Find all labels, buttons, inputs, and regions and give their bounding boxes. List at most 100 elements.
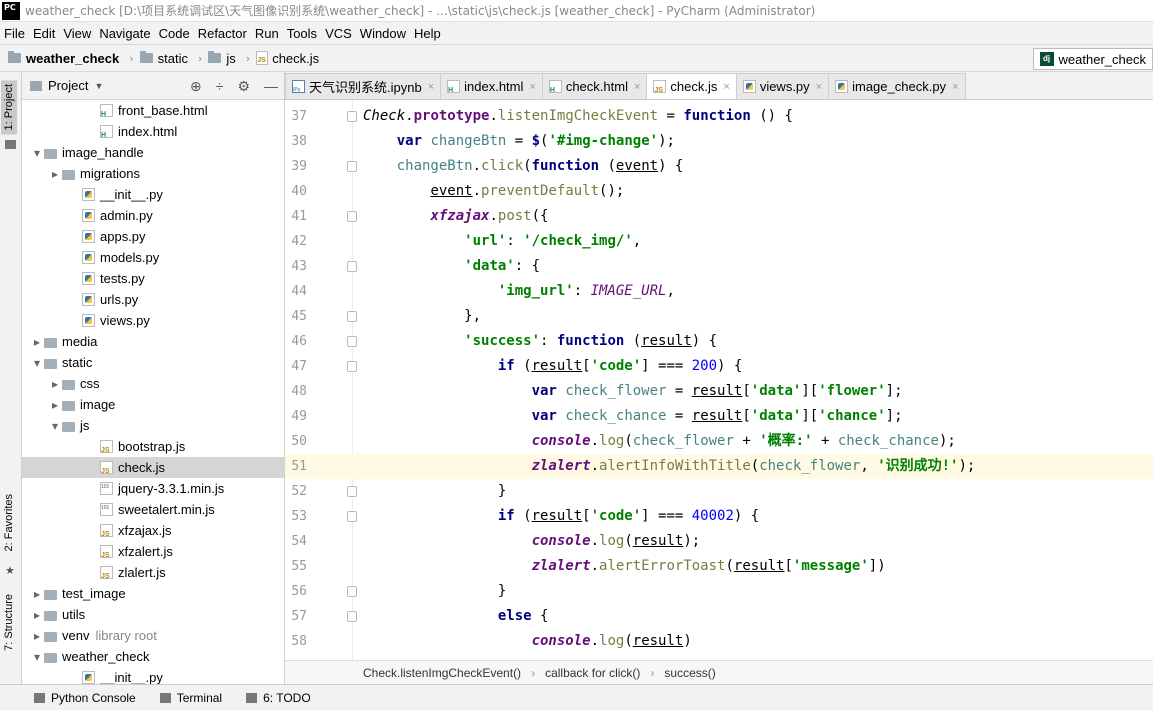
- chevron-down-icon[interactable]: ▾: [30, 650, 44, 664]
- editor-tab[interactable]: check.html ×: [541, 73, 648, 99]
- code-line[interactable]: 48 var check_flower = result['data']['fl…: [285, 379, 1153, 404]
- code-editor[interactable]: 37 Check.prototype.listenImgCheckEvent = …: [285, 100, 1153, 660]
- chevron-down-icon[interactable]: ▾: [30, 356, 44, 370]
- menu-run[interactable]: Run: [251, 26, 283, 41]
- code-line[interactable]: 47 if (result['code'] === 200) {: [285, 354, 1153, 379]
- close-icon[interactable]: ×: [952, 81, 958, 93]
- hide-panel-icon[interactable]: —: [264, 78, 278, 95]
- code-line[interactable]: 56 }: [285, 579, 1153, 604]
- menu-help[interactable]: Help: [410, 26, 445, 41]
- tree-item[interactable]: urls.py: [22, 289, 284, 310]
- menu-tools[interactable]: Tools: [283, 26, 321, 41]
- close-icon[interactable]: ×: [816, 81, 822, 93]
- chevron-down-icon[interactable]: ▼: [94, 81, 103, 91]
- breadcrumb-file[interactable]: check.js: [256, 51, 319, 66]
- breadcrumb-js[interactable]: js: [208, 51, 236, 66]
- close-icon[interactable]: ×: [634, 81, 640, 93]
- tree-item[interactable]: views.py: [22, 310, 284, 331]
- tree-item[interactable]: front_base.html: [22, 100, 284, 121]
- code-line[interactable]: 42 'url': '/check_img/',: [285, 229, 1153, 254]
- tree-item[interactable]: sweetalert.min.js: [22, 499, 284, 520]
- code-line[interactable]: 45 },: [285, 304, 1153, 329]
- chevron-down-icon[interactable]: ▾: [48, 419, 62, 433]
- tool-tab-favorites[interactable]: 2: Favorites: [3, 494, 15, 551]
- code-line[interactable]: 41 xfzajax.post({: [285, 204, 1153, 229]
- tree-item[interactable]: tests.py: [22, 268, 284, 289]
- code-line[interactable]: 54 console.log(result);: [285, 529, 1153, 554]
- locate-target-icon[interactable]: ⊕: [190, 78, 202, 95]
- editor-crumb-function[interactable]: Check.listenImgCheckEvent(): [363, 666, 521, 680]
- tree-item[interactable]: xfzajax.js: [22, 520, 284, 541]
- fold-marker-icon[interactable]: [347, 586, 357, 597]
- code-line[interactable]: 50 console.log(check_flower + '概率:' + ch…: [285, 429, 1153, 454]
- breadcrumb-project[interactable]: weather_check: [8, 51, 119, 66]
- chevron-right-icon[interactable]: ▸: [30, 335, 44, 349]
- tree-item[interactable]: xfzalert.js: [22, 541, 284, 562]
- code-line[interactable]: 37 Check.prototype.listenImgCheckEvent = …: [285, 104, 1153, 129]
- tool-tab-structure[interactable]: 7: Structure: [3, 594, 15, 651]
- menu-view[interactable]: View: [59, 26, 95, 41]
- tree-item[interactable]: ▸ test_image: [22, 583, 284, 604]
- close-icon[interactable]: ×: [428, 81, 434, 93]
- code-line[interactable]: 51 zlalert.alertInfoWithTitle(check_flow…: [285, 454, 1153, 479]
- menu-vcs[interactable]: VCS: [321, 26, 356, 41]
- fold-marker-icon[interactable]: [347, 311, 357, 322]
- tree-item[interactable]: apps.py: [22, 226, 284, 247]
- code-line[interactable]: 43 'data': {: [285, 254, 1153, 279]
- todo-button[interactable]: 6: TODO: [246, 691, 311, 705]
- close-icon[interactable]: ×: [723, 81, 729, 93]
- editor-crumb-callback[interactable]: callback for click(): [545, 666, 640, 680]
- code-line[interactable]: 49 var check_chance = result['data']['ch…: [285, 404, 1153, 429]
- fold-marker-icon[interactable]: [347, 511, 357, 522]
- menu-window[interactable]: Window: [356, 26, 410, 41]
- breadcrumb-static[interactable]: static: [139, 51, 188, 66]
- tree-item[interactable]: __init__.py: [22, 667, 284, 684]
- code-line[interactable]: 52 }: [285, 479, 1153, 504]
- tree-item[interactable]: zlalert.js: [22, 562, 284, 583]
- tree-item[interactable]: ▸ utils: [22, 604, 284, 625]
- editor-tab[interactable]: check.js ×: [646, 73, 737, 99]
- chevron-right-icon[interactable]: ▸: [48, 398, 62, 412]
- menu-refactor[interactable]: Refactor: [194, 26, 251, 41]
- tree-item[interactable]: admin.py: [22, 205, 284, 226]
- python-console-button[interactable]: Python Console: [34, 691, 136, 705]
- code-line[interactable]: 57 else {: [285, 604, 1153, 629]
- code-line[interactable]: 44 'img_url': IMAGE_URL,: [285, 279, 1153, 304]
- tree-item[interactable]: __init__.py: [22, 184, 284, 205]
- tool-tab-project[interactable]: 1: Project: [1, 80, 17, 135]
- close-icon[interactable]: ×: [529, 81, 535, 93]
- fold-marker-icon[interactable]: [347, 261, 357, 272]
- tree-item[interactable]: ▸ image: [22, 394, 284, 415]
- tree-item[interactable]: ▾ static: [22, 352, 284, 373]
- menu-code[interactable]: Code: [155, 26, 194, 41]
- tree-item[interactable]: ▸ media: [22, 331, 284, 352]
- tree-item[interactable]: ▸ migrations: [22, 163, 284, 184]
- chevron-right-icon[interactable]: ▸: [30, 587, 44, 601]
- chevron-down-icon[interactable]: ▾: [30, 146, 44, 160]
- tree-item[interactable]: bootstrap.js: [22, 436, 284, 457]
- gear-icon[interactable]: ⚙: [237, 78, 250, 95]
- code-line[interactable]: 58 console.log(result): [285, 629, 1153, 654]
- editor-tab[interactable]: 天气识别系统.ipynb ×: [285, 73, 442, 99]
- run-configuration-selector[interactable]: dj weather_check: [1032, 48, 1153, 70]
- tree-item[interactable]: models.py: [22, 247, 284, 268]
- code-line[interactable]: 53 if (result['code'] === 40002) {: [285, 504, 1153, 529]
- tree-item[interactable]: ▸ venv library root: [22, 625, 284, 646]
- fold-marker-icon[interactable]: [347, 611, 357, 622]
- chevron-right-icon[interactable]: ▸: [30, 629, 44, 643]
- tree-item[interactable]: ▾ js: [22, 415, 284, 436]
- code-line[interactable]: 39 changeBtn.click(function (event) {: [285, 154, 1153, 179]
- chevron-right-icon[interactable]: ▸: [48, 167, 62, 181]
- fold-marker-icon[interactable]: [347, 486, 357, 497]
- menu-file[interactable]: File: [0, 26, 29, 41]
- menu-navigate[interactable]: Navigate: [95, 26, 154, 41]
- tree-item[interactable]: check.js: [22, 457, 284, 478]
- project-view-selector[interactable]: Project: [48, 78, 88, 93]
- fold-marker-icon[interactable]: [347, 161, 357, 172]
- fold-marker-icon[interactable]: [347, 211, 357, 222]
- menu-edit[interactable]: Edit: [29, 26, 59, 41]
- chevron-right-icon[interactable]: ▸: [48, 377, 62, 391]
- tree-item[interactable]: ▸ css: [22, 373, 284, 394]
- tree-item[interactable]: ▾ image_handle: [22, 142, 284, 163]
- fold-marker-icon[interactable]: [347, 361, 357, 372]
